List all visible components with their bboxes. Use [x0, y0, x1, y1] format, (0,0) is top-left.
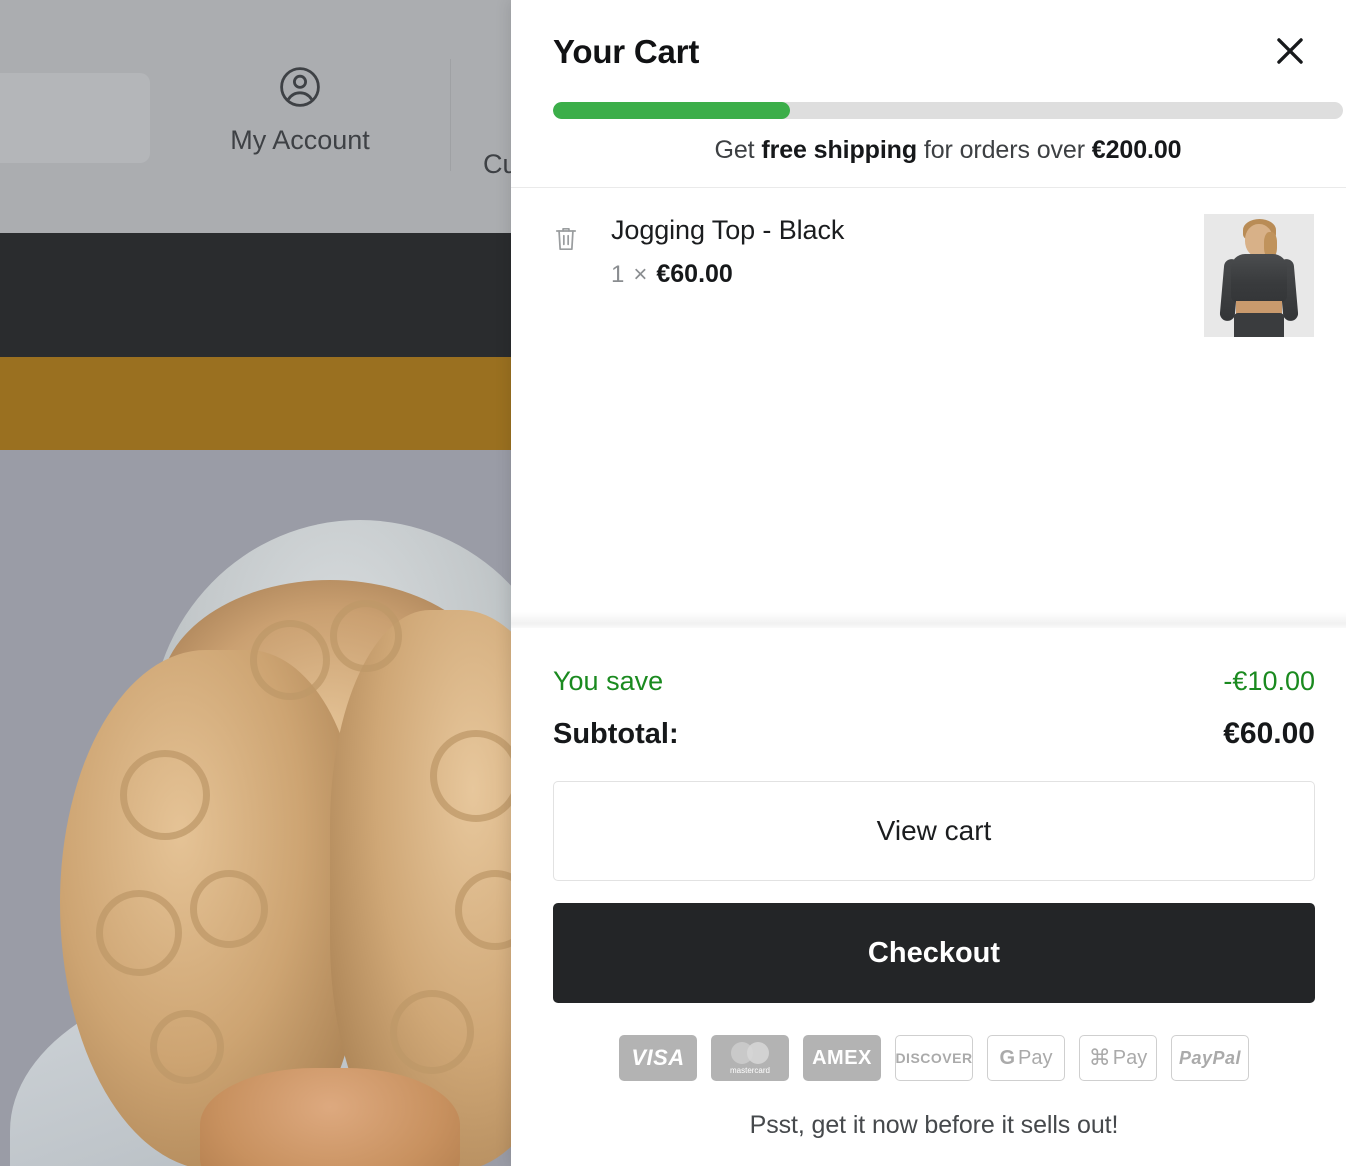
remove-item-button[interactable] — [553, 224, 587, 259]
hero-curl — [150, 1010, 224, 1084]
cart-drawer-footer: You save -€10.00 Subtotal: €60.00 View c… — [511, 628, 1346, 1166]
savings-amount: -€10.00 — [1223, 666, 1315, 696]
cart-drawer: Your Cart Get free shipping for orders o… — [511, 0, 1346, 1166]
cart-item-price: €60.00 — [656, 260, 733, 289]
shipping-highlight: free shipping — [761, 136, 918, 164]
free-shipping-message: Get free shipping for orders over €200.0… — [553, 136, 1343, 165]
hero-curl — [96, 890, 182, 976]
payment-icon-amex: AMEX — [803, 1035, 881, 1081]
subtotal-label: Subtotal: — [553, 718, 679, 750]
header-nav: My Account Cus — [150, 55, 531, 180]
savings-label: You save — [553, 666, 664, 696]
checkout-button[interactable]: Checkout — [553, 903, 1315, 1003]
close-icon — [1271, 32, 1309, 73]
multiply-symbol: × — [633, 261, 648, 289]
urgency-note: Psst, get it now before it sells out! — [749, 1111, 1119, 1139]
cart-item-info: Jogging Top - Black 1 × €60.00 — [587, 214, 1204, 289]
cart-title-row: Your Cart — [553, 24, 1314, 80]
shipping-prefix: Get — [714, 136, 762, 164]
cart-title: Your Cart — [553, 33, 700, 70]
hero-curl — [190, 870, 268, 948]
payment-icon-g-pay: G Pay — [987, 1035, 1065, 1081]
payment-icon-mastercard: mastercard — [711, 1035, 789, 1081]
cart-item-title[interactable]: Jogging Top - Black — [611, 214, 1204, 246]
close-cart-button[interactable] — [1266, 28, 1314, 76]
screen: My Account Cus IER” — [0, 0, 1346, 1166]
subtotal-row: Subtotal: €60.00 — [553, 717, 1315, 751]
payment-icon-visa: VISA — [619, 1035, 697, 1081]
payment-icon-apple-pay: ⌘ Pay — [1079, 1035, 1157, 1081]
cart-item-quantity: 1 — [611, 261, 625, 289]
hero-curl — [250, 620, 330, 700]
progress-track — [553, 102, 1343, 119]
subtotal-amount: €60.00 — [1223, 717, 1315, 750]
free-shipping-progress: Get free shipping for orders over €200.0… — [553, 80, 1343, 165]
header-search-pill[interactable] — [0, 73, 150, 163]
hero-curl — [330, 600, 402, 672]
shipping-middle: for orders over — [917, 136, 1092, 164]
hero-curl — [390, 990, 474, 1074]
thumbnail-product-top — [1231, 254, 1287, 302]
shipping-threshold: €200.00 — [1091, 136, 1182, 164]
payment-icon-paypal: PayPal — [1171, 1035, 1249, 1081]
payment-icon-discover: DISCOVER — [895, 1035, 973, 1081]
nav-item-my-account[interactable]: My Account — [150, 55, 450, 156]
progress-fill — [553, 102, 790, 119]
user-circle-icon — [276, 63, 324, 111]
payment-methods: VISA mastercard AMEX DISCOVER G Pay ⌘ Pay PayPal — [553, 1035, 1315, 1081]
cart-items-list[interactable]: Jogging Top - Black 1 × €60.00 — [511, 188, 1346, 628]
hero-curl — [430, 730, 522, 822]
promo-banner-text: IER” — [0, 383, 2, 423]
cart-item-thumbnail[interactable] — [1204, 214, 1314, 337]
thumbnail-model-leggings — [1234, 313, 1284, 337]
cart-drawer-header: Your Cart Get free shipping for orders o… — [511, 0, 1346, 188]
view-cart-button[interactable]: View cart — [553, 781, 1315, 881]
trash-icon — [553, 227, 579, 258]
list-scroll-shadow — [511, 612, 1346, 628]
cart-item-quantity-price: 1 × €60.00 — [611, 260, 1204, 289]
cart-item-row: Jogging Top - Black 1 × €60.00 — [553, 214, 1314, 337]
hero-hands-shape — [200, 1068, 460, 1166]
hero-curl — [120, 750, 210, 840]
savings-row: You save -€10.00 — [553, 666, 1315, 697]
nav-item-label: My Account — [230, 125, 370, 155]
